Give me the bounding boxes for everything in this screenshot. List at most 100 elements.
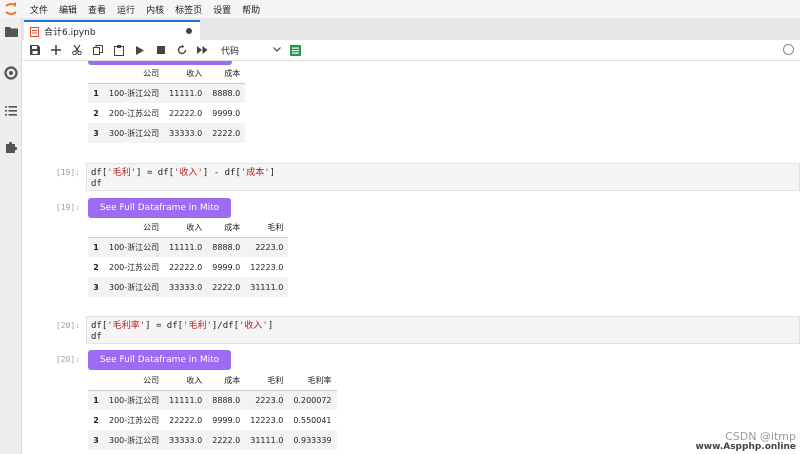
row-index: 2: [93, 108, 99, 118]
table-header: 成本: [207, 372, 246, 391]
table-cell: 33333.0: [164, 123, 208, 143]
input-prompt: [19]:: [55, 168, 80, 177]
table-row: 2 200-江苏公司 22222.0 9999.0 12223.0 0.5500…: [88, 410, 337, 430]
table-cell: 0.550041: [293, 415, 332, 425]
output-prompt: [19]:: [55, 203, 80, 212]
table-cell: 2223.0: [245, 390, 289, 410]
stop-icon[interactable]: [152, 42, 169, 59]
run-icon[interactable]: [131, 42, 148, 59]
menu-bar: 文件 编辑 查看 运行 内核 标签页 设置 帮助: [0, 0, 800, 18]
save-button[interactable]: [26, 42, 43, 59]
notebook-file-icon: [30, 22, 39, 41]
menu-kernel[interactable]: 内核: [146, 3, 164, 16]
add-cell-button[interactable]: [47, 42, 64, 59]
tab-bar: 合计6.ipynb: [22, 18, 800, 40]
menu-settings[interactable]: 设置: [213, 3, 231, 16]
table-cell: 11111.0: [164, 237, 208, 257]
input-prompt: [20]:: [55, 321, 80, 330]
row-index: 2: [93, 262, 99, 272]
table-cell: 9999.0: [212, 415, 241, 425]
table-cell: 200-江苏公司: [109, 108, 160, 118]
code-line: df: [91, 332, 102, 342]
table-cell: 2223.0: [245, 237, 289, 257]
table-row: 2 200-江苏公司 22222.0 9999.0: [88, 103, 245, 123]
table-header: 毛利率: [288, 372, 337, 391]
menu-edit[interactable]: 编辑: [59, 3, 77, 16]
folder-icon[interactable]: [4, 24, 18, 38]
table-header: 成本: [207, 219, 246, 238]
notebook-tab-label: 合计6.ipynb: [44, 27, 96, 38]
notebook-tab[interactable]: 合计6.ipynb: [24, 20, 200, 40]
table-row: 3 300-浙江公司 33333.0 2222.0 31111.0 0.9333…: [88, 430, 337, 450]
cut-icon[interactable]: [68, 42, 85, 59]
unsaved-dot-icon[interactable]: [186, 28, 192, 34]
table-cell: 200-江苏公司: [109, 415, 160, 425]
table-cell: 12223.0: [250, 262, 284, 272]
row-index: 1: [88, 390, 104, 410]
table-cell: 9999.0: [212, 262, 241, 272]
left-sidebar: [0, 18, 22, 454]
table-cell: 11111.0: [164, 390, 208, 410]
table-cell: 33333.0: [164, 430, 208, 450]
watermark-line-2: www.Aspphp.online: [695, 442, 796, 452]
restart-icon[interactable]: [173, 42, 190, 59]
code-line: df['毛利'] = df['收入'] - df['成本']: [91, 168, 276, 178]
table-cell: 2222.0: [207, 277, 246, 297]
code-line: df['毛利率'] = df['毛利']/df['收入']: [91, 321, 274, 331]
table-cell: 22222.0: [169, 108, 203, 118]
menu-tabs[interactable]: 标签页: [175, 3, 202, 16]
code-cell-editor[interactable]: df['毛利'] = df['收入'] - df['成本'] df: [86, 163, 800, 191]
table-row: 1 100-浙江公司 11111.0 8888.0: [88, 83, 246, 103]
notebook-panel: 公司 收入 成本 1 100-浙江公司 11111.0 8888.0 2 200…: [22, 61, 800, 454]
see-full-dataframe-button[interactable]: See Full Dataframe in Mito: [88, 350, 231, 370]
table-cell: 22222.0: [169, 262, 203, 272]
copy-icon[interactable]: [89, 42, 106, 59]
menu-file[interactable]: 文件: [30, 3, 48, 16]
running-icon[interactable]: [4, 66, 18, 80]
menu-run[interactable]: 运行: [117, 3, 135, 16]
table-cell: 22222.0: [169, 415, 203, 425]
table-header: [88, 65, 104, 84]
table-row: 2 200-江苏公司 22222.0 9999.0 12223.0: [88, 257, 288, 277]
extension-puzzle-icon[interactable]: [4, 140, 18, 154]
table-cell: 100-浙江公司: [104, 237, 165, 257]
table-cell: 2222.0: [207, 430, 246, 450]
table-row: 1 100-浙江公司 11111.0 8888.0 2223.0 0.20007…: [88, 390, 337, 410]
notebook-toolbar: 代码: [22, 40, 800, 61]
table-cell: 300-浙江公司: [104, 277, 165, 297]
menu-help[interactable]: 帮助: [242, 3, 260, 16]
paste-icon[interactable]: [110, 42, 127, 59]
table-cell: 11111.0: [164, 83, 208, 103]
table-header: 公司: [104, 219, 165, 238]
see-full-dataframe-button[interactable]: See Full Dataframe in Mito: [88, 198, 231, 218]
table-cell: 100-浙江公司: [104, 390, 165, 410]
table-row: 3 300-浙江公司 33333.0 2222.0: [88, 123, 246, 143]
table-cell: 8888.0: [207, 237, 246, 257]
table-header: 收入: [164, 372, 208, 391]
table-of-contents-icon[interactable]: [4, 103, 18, 117]
menu-view[interactable]: 查看: [88, 3, 106, 16]
table-cell: 9999.0: [212, 108, 241, 118]
row-index: 1: [88, 83, 104, 103]
table-cell: 12223.0: [250, 415, 284, 425]
output-prompt: [20]:: [55, 355, 80, 364]
mitosheet-icon[interactable]: [287, 42, 304, 59]
table-cell: 2222.0: [207, 123, 246, 143]
table-header: 收入: [164, 219, 208, 238]
table-header: 公司: [104, 372, 165, 391]
table-cell: 31111.0: [245, 430, 289, 450]
cell-type-dropdown[interactable]: 代码: [221, 42, 281, 58]
table-cell: 31111.0: [245, 277, 289, 297]
table-row: 3 300-浙江公司 33333.0 2222.0 31111.0: [88, 277, 289, 297]
table-cell: 0.933339: [288, 430, 337, 450]
table-header: 毛利: [245, 219, 289, 238]
watermark-line-1: CSDN @itmp: [725, 430, 796, 443]
dataframe-output-2: 公司 收入 成本 毛利 1 100-浙江公司 11111.0 8888.0 22…: [88, 219, 289, 297]
row-index: 2: [93, 415, 99, 425]
code-cell-editor[interactable]: df['毛利率'] = df['毛利']/df['收入'] df: [86, 316, 800, 344]
jupyter-logo-icon: [0, 0, 22, 18]
watermark: CSDN @itmp www.Aspphp.online: [695, 430, 796, 452]
fast-forward-icon[interactable]: [194, 42, 211, 59]
dataframe-output-3: 公司 收入 成本 毛利 毛利率 1 100-浙江公司 11111.0 8888.…: [88, 372, 337, 450]
table-cell: 200-江苏公司: [109, 262, 160, 272]
